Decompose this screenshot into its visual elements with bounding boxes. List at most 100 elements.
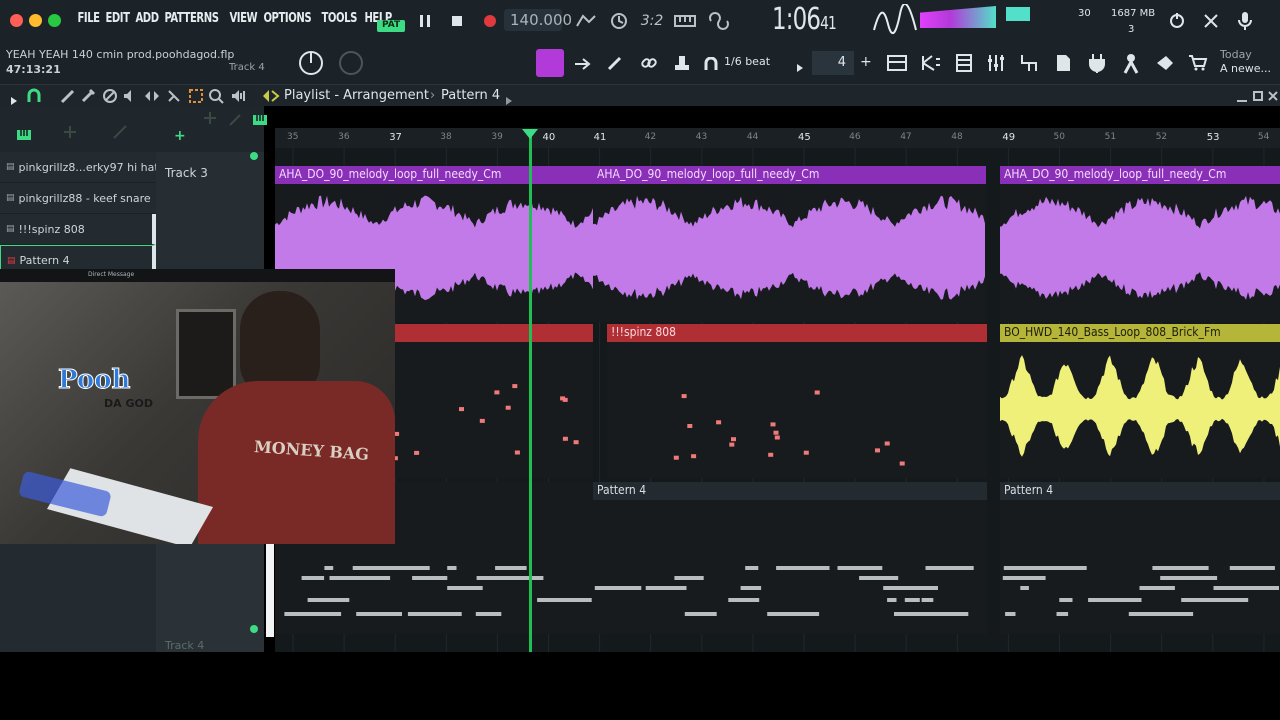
menu-add[interactable]: ADD [132, 11, 162, 26]
picker-automation-icon[interactable] [112, 124, 128, 144]
current-pattern[interactable]: Pattern 4 [441, 88, 500, 103]
menu-options[interactable]: OPTIONS [260, 11, 315, 26]
touch-controller-icon[interactable] [1154, 53, 1176, 77]
minimize-playlist-icon[interactable] [1236, 88, 1248, 107]
menu-tools[interactable]: TOOLS [318, 11, 360, 26]
timeline-ruler[interactable]: 35 36 37 38 39 40 41 42 43 44 45 46 47 48 49 50 51 52 53 54 [275, 128, 1280, 148]
menu-file[interactable]: FILE [74, 11, 103, 26]
add-track-icon[interactable]: + [174, 128, 186, 144]
note-bar [1003, 566, 1051, 570]
track-3-label[interactable]: Track 3 [165, 166, 208, 180]
close-playlist-icon[interactable] [1267, 88, 1279, 107]
pattern-song-toggle[interactable]: PAT [376, 8, 406, 34]
note-block [505, 405, 511, 410]
zoom-tool-icon[interactable] [208, 88, 224, 108]
record-button[interactable] [479, 8, 501, 34]
picker-item[interactable]: ▤ !!!spinz 808 [0, 214, 156, 245]
track-move-icon[interactable] [202, 110, 218, 130]
picker-audio-icon[interactable] [62, 124, 78, 144]
tempo-display[interactable]: 140.000 [504, 9, 572, 31]
pooh-da-god-logo-sub: DA GOD [104, 397, 153, 410]
performance-icon[interactable] [1120, 52, 1142, 78]
master-volume-knob[interactable] [297, 49, 325, 77]
pencil-tool-icon[interactable] [60, 88, 76, 108]
mixer-list-icon[interactable] [954, 53, 974, 77]
piano-roll-icon[interactable] [920, 53, 942, 77]
track-4-label[interactable]: Track 4 [165, 639, 204, 652]
plugin-plug-icon[interactable] [1086, 52, 1108, 78]
pause-button[interactable] [414, 8, 436, 34]
mixer-faders-icon[interactable] [986, 53, 1006, 77]
playhead-marker[interactable] [522, 129, 538, 139]
playlist-arrange-icon[interactable] [262, 88, 280, 108]
minimize-window-button[interactable] [29, 14, 42, 27]
mute-tool-icon[interactable] [122, 88, 138, 108]
magnet-icon[interactable] [26, 88, 42, 108]
metronome-icon[interactable] [574, 8, 598, 34]
arrangement-grid[interactable]: AHA_DO_90_melody_loop_full_needy_Cm AHA_… [275, 148, 1280, 652]
menu-edit[interactable]: EDIT [102, 11, 133, 26]
slice-tool-icon[interactable] [166, 88, 182, 108]
wait-record-icon[interactable] [606, 8, 632, 34]
close-icon[interactable] [1200, 8, 1222, 34]
playlist-window-icon[interactable] [536, 49, 564, 77]
next-arrow-icon[interactable] [574, 56, 592, 75]
track-scroll-thumb[interactable] [266, 543, 274, 637]
step-increment-button[interactable]: + [860, 54, 872, 70]
snap-dropdown-arrow-icon[interactable] [796, 58, 804, 77]
snap-value[interactable]: 1/6 beat [724, 55, 770, 68]
pattern-clip-808[interactable]: !!!spinz 808 [607, 324, 987, 478]
note-bar [1056, 612, 1069, 616]
picker-piano-icon[interactable] [16, 126, 32, 145]
track-mute-led[interactable] [250, 625, 258, 633]
master-pitch-knob[interactable] [337, 49, 365, 77]
stop-button[interactable] [446, 8, 468, 34]
step-value-field[interactable]: 4 [812, 51, 854, 75]
maximize-window-button[interactable] [48, 14, 61, 27]
playlist-piano-icon[interactable] [252, 111, 268, 130]
pattern-arrow-icon[interactable] [505, 91, 513, 110]
link-icon[interactable] [640, 54, 658, 76]
audio-clip-melody[interactable]: AHA_DO_90_melody_loop_full_needy_Cm [1000, 166, 1280, 322]
slip-tool-icon[interactable] [144, 88, 160, 108]
note-bar [447, 566, 457, 570]
menu-view[interactable]: VIEW [226, 11, 261, 26]
note-bar [1194, 598, 1249, 602]
menu-patterns[interactable]: PATTERNS [161, 11, 222, 26]
song-position-display[interactable]: 1:0641 [772, 2, 837, 37]
channel-rack-icon[interactable] [886, 53, 908, 77]
typing-keyboard-icon[interactable] [672, 8, 698, 34]
note-block [691, 454, 697, 459]
playhead-line[interactable] [529, 132, 532, 652]
loop-record-icon[interactable] [706, 8, 732, 34]
delete-tool-icon[interactable] [102, 88, 118, 108]
routing-icon[interactable] [1018, 53, 1040, 77]
picker-item[interactable]: ▤ pinkgrillz88 - keef snare [0, 183, 156, 214]
refresh-icon[interactable] [1166, 8, 1188, 34]
picker-item-label: pinkgrillz8...erky97 hi hat [18, 160, 156, 174]
step-edit-icon[interactable]: 3:2 [640, 8, 664, 34]
maximize-playlist-icon[interactable] [1252, 88, 1264, 107]
note-bar [808, 566, 830, 570]
shop-cart-icon[interactable] [1188, 54, 1208, 76]
magnet-snap-icon[interactable] [704, 56, 718, 75]
pattern-clip-pattern4[interactable]: Pattern 4 [1000, 482, 1280, 634]
ruler-bar-number: 48 [951, 132, 963, 142]
picker-item[interactable]: ▤ pinkgrillz8...erky97 hi hat [0, 152, 156, 183]
draw-tool-icon[interactable] [606, 54, 624, 76]
news-panel[interactable]: Today A newe... [1220, 48, 1271, 76]
audio-clip-bass[interactable]: BO_HWD_140_Bass_Loop_808_Brick_Fm [1000, 324, 1280, 478]
track-mute-led[interactable] [250, 152, 258, 160]
note-block [716, 420, 722, 425]
paint-tool-icon[interactable] [80, 88, 96, 108]
track-auto-icon[interactable] [228, 112, 242, 131]
browser-file-icon[interactable] [1054, 53, 1072, 77]
close-window-button[interactable] [10, 14, 23, 27]
webcam-window-title: Direct Message [0, 269, 395, 282]
playback-tool-icon[interactable] [230, 88, 246, 108]
microphone-icon[interactable] [1234, 8, 1256, 34]
audio-clip-melody[interactable]: AHA_DO_90_melody_loop_full_needy_Cm [593, 166, 986, 322]
pattern-clip-pattern4[interactable]: Pattern 4 [593, 482, 987, 634]
select-tool-icon[interactable] [188, 88, 204, 108]
stamp-icon[interactable] [672, 53, 692, 77]
